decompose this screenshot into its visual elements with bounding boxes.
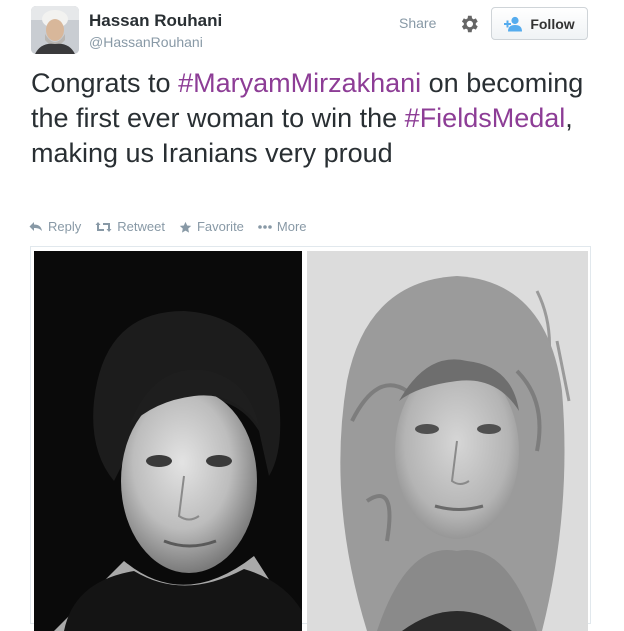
more-button[interactable]: More (258, 219, 307, 235)
hashtag-link[interactable]: #FieldsMedal (405, 103, 566, 133)
portrait-image-left (34, 251, 302, 631)
portrait-image-right (307, 251, 588, 631)
reply-button[interactable]: Reply (29, 219, 81, 235)
tweet-text-segment: Congrats to (31, 68, 179, 98)
follow-label: Follow (530, 15, 575, 32)
favorite-button[interactable]: Favorite (179, 219, 244, 235)
retweet-label: Retweet (117, 219, 165, 234)
reply-label: Reply (48, 219, 82, 234)
share-button[interactable]: Share (399, 15, 436, 31)
tweet-media[interactable] (30, 246, 591, 631)
more-dots-icon (258, 225, 272, 229)
photo-short-hair-portrait[interactable] (34, 251, 302, 631)
author-name[interactable]: Hassan Rouhani (89, 11, 222, 31)
tweet-actions: Reply Retweet Favorite More (29, 219, 307, 235)
reply-icon (29, 222, 42, 231)
add-user-icon (504, 16, 523, 31)
author-avatar[interactable] (31, 6, 79, 54)
tweet-text: Congrats to #MaryamMirzakhani on becomin… (31, 66, 616, 171)
star-icon (179, 221, 192, 233)
avatar-portrait (31, 6, 79, 54)
hashtag-link[interactable]: #MaryamMirzakhani (178, 68, 421, 98)
author-handle[interactable]: @HassanRouhani (89, 34, 203, 50)
favorite-label: Favorite (196, 219, 244, 234)
more-label: More (276, 219, 307, 234)
gear-icon[interactable] (458, 13, 480, 35)
photo-headscarf-portrait[interactable] (307, 251, 588, 631)
retweet-button[interactable]: Retweet (95, 219, 165, 235)
follow-button[interactable]: Follow (491, 7, 588, 40)
retweet-icon (95, 222, 112, 232)
